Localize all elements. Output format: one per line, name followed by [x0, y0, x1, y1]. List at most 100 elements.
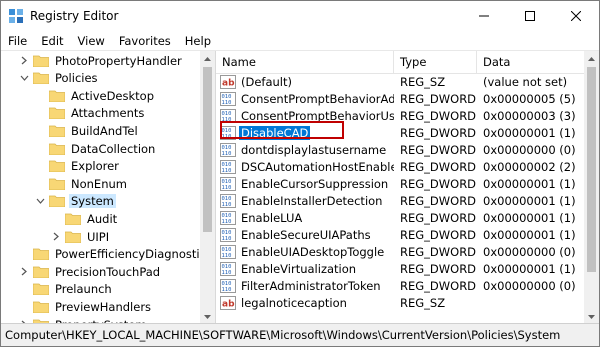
value-name-cell: 010110 ConsentPromptBehaviorAdmin [216, 91, 394, 106]
tree-scrollbar[interactable] [200, 51, 215, 324]
chevron-down-icon[interactable] [35, 196, 45, 206]
scroll-down-icon[interactable] [584, 309, 599, 324]
registry-editor-window: Registry Editor File Edit View Favorites… [0, 0, 600, 347]
tree-item-system[interactable]: System [35, 193, 116, 210]
tree-item-uipi[interactable]: UIPI [51, 228, 111, 245]
value-row-disablecad[interactable]: 010 110 DisableCAD REG_DWORD 0x00000001 (1) [216, 124, 584, 141]
menu-edit[interactable]: Edit [34, 34, 70, 48]
tree-item-nonenum[interactable]: NonEnum [35, 175, 129, 192]
svg-text:ab: ab [222, 78, 235, 88]
value-name: ConsentPromptBehaviorAdmin [241, 91, 394, 106]
value-row-dontdisplaylastusername[interactable]: 010 110 dontdisplaylastusername REG_DWORD 0x… [216, 141, 584, 158]
column-header-data[interactable]: Data [477, 51, 584, 73]
value-name: legalnoticecaption [241, 295, 347, 310]
scroll-up-icon[interactable] [200, 51, 215, 66]
folder-icon [33, 266, 49, 278]
tree-item-powerefficiencydiagnostics[interactable]: PowerEfficiencyDiagnostics [19, 246, 214, 263]
folder-icon [49, 160, 65, 173]
tree-item-prelaunch[interactable]: Prelaunch [19, 281, 114, 298]
value-type: REG_DWORD [400, 159, 477, 174]
menu-view[interactable]: View [71, 34, 112, 48]
chevron-right-icon[interactable] [51, 232, 61, 242]
tree-item-policies[interactable]: Policies [19, 70, 100, 87]
tree-item-label: Audit [87, 211, 118, 226]
folder-icon [49, 143, 65, 155]
value-name: DisableCAD [239, 125, 311, 140]
svg-text:110: 110 [222, 168, 232, 174]
tree-item-precisiontouchpad[interactable]: PrecisionTouchPad [19, 263, 162, 280]
value-data: 0x00000001 (1) [483, 210, 576, 225]
folder-icon [65, 231, 81, 243]
value-type: REG_DWORD [400, 227, 477, 242]
close-button[interactable] [553, 1, 599, 31]
value-name-cell: 010 110 EnableLUA [216, 210, 394, 225]
value-row-enablevirtualization[interactable]: 010 110 EnableVirtualization REG_DWORD 0x000… [216, 260, 584, 277]
tree-item-activedesktop[interactable]: ActiveDesktop [35, 87, 156, 104]
menu-file[interactable]: File [1, 34, 34, 48]
tree-item-audit[interactable]: Audit [51, 210, 119, 227]
scroll-up-icon[interactable] [584, 51, 599, 66]
chevron-down-icon[interactable] [19, 73, 29, 83]
value-row-enablelua[interactable]: 010 110 EnableLUA REG_DWORD 0x00000001 (1) [216, 209, 584, 226]
value-name: EnableLUA [241, 210, 303, 225]
value-row-dscautomationhostenabled[interactable]: 010 110 DSCAutomationHostEnabled REG_DWORD 0… [216, 158, 584, 175]
minimize-button[interactable] [461, 1, 507, 31]
values-header: Name Type Data [216, 51, 584, 74]
values-scrollbar[interactable] [584, 51, 599, 324]
tree-item-label: ActiveDesktop [71, 88, 154, 103]
tree-item-photopropertyhandler[interactable]: PhotoPropertyHandler [19, 52, 184, 69]
value-row-enableuiadesktoptoggle[interactable]: 010 110 EnableUIADesktopToggle REG_DWORD 0x0… [216, 243, 584, 260]
tree-item-attachments[interactable]: Attachments [35, 105, 146, 122]
value-name: (Default) [241, 74, 292, 89]
reg-binary-icon: 010110 [220, 193, 236, 208]
value-name: EnableSecureUIAPaths [241, 227, 371, 242]
value-row-enablesecureuiapaths[interactable]: 010 110 EnableSecureUIAPaths REG_DWORD 0x000… [216, 226, 584, 243]
column-header-type[interactable]: Type [394, 51, 477, 73]
chevron-right-icon[interactable] [19, 267, 29, 277]
svg-text:110: 110 [222, 236, 232, 242]
value-data: 0x00000001 (1) [483, 261, 576, 276]
tree-item-label: Attachments [71, 106, 145, 121]
reg-binary-icon: 010110 [220, 108, 236, 123]
values-scroll-thumb[interactable] [587, 67, 596, 272]
value-name-cell: ab (Default) [216, 74, 394, 89]
folder-icon [33, 301, 49, 313]
value-row-consentpromptbehavioradmin[interactable]: 010110 ConsentPromptBehaviorAdmin REG_DWOR… [216, 90, 584, 107]
tree-item-previewhandlers[interactable]: PreviewHandlers [19, 298, 153, 315]
value-data: 0x00000002 (2) [483, 159, 576, 174]
reg-binary-icon: 010110 [220, 159, 236, 174]
chevron-right-icon[interactable] [19, 56, 29, 66]
value-name: ConsentPromptBehaviorUser [241, 108, 394, 123]
registry-editor-app-icon [9, 9, 23, 23]
value-type: REG_DWORD [400, 261, 477, 276]
minimize-icon [479, 15, 489, 17]
menu-favorites[interactable]: Favorites [112, 34, 178, 48]
reg-binary-icon: 010110 [220, 176, 236, 191]
reg-binary-icon: 010110 [220, 244, 236, 259]
folder-icon [33, 72, 49, 85]
registry-path: Computer\HKEY_LOCAL_MACHINE\SOFTWARE\Mic… [5, 328, 561, 342]
value-name-cell: 010 110 dontdisplaylastusername [216, 142, 394, 157]
value-row-consentpromptbehavioruser[interactable]: 010 110 ConsentPromptBehaviorUser REG_DWORD… [216, 107, 584, 124]
folder-icon [49, 90, 65, 102]
tree-item-buildandtel[interactable]: BuildAndTel [35, 122, 140, 139]
scroll-down-icon[interactable] [200, 309, 215, 324]
maximize-button[interactable] [507, 1, 553, 31]
menu-help[interactable]: Help [178, 34, 218, 48]
tree-scroll-thumb[interactable] [203, 67, 212, 232]
tree-item-label: PreviewHandlers [55, 299, 152, 314]
key-tree-pane[interactable]: PhotoPropertyHandler Policies ActiveDeskto… [1, 51, 216, 324]
value-row-enableinstallerdetection[interactable]: 010 110 EnableInstallerDetection REG_DWORD 0… [216, 192, 584, 209]
folder-icon [33, 55, 49, 67]
svg-text:110: 110 [222, 202, 232, 208]
tree-item-explorer[interactable]: Explorer [35, 158, 121, 175]
value-data: 0x00000001 (1) [483, 193, 576, 208]
value-row-enablecursorsuppression[interactable]: 010 110 EnableCursorSuppression REG_DWORD 0x… [216, 175, 584, 192]
value-row-default[interactable]: ab (Default) REG_SZ (value not set) [216, 73, 584, 90]
column-header-name[interactable]: Name [216, 51, 394, 73]
value-row-legalnoticecaption[interactable]: ab legalnoticecaption REG_SZ [216, 294, 584, 311]
menu-bar: File Edit View Favorites Help [1, 31, 599, 51]
value-row-filteradministratortoken[interactable]: 010 110 FilterAdministratorToken REG_DWORD 0… [216, 277, 584, 294]
tree-item-datacollection[interactable]: DataCollection [35, 140, 157, 157]
